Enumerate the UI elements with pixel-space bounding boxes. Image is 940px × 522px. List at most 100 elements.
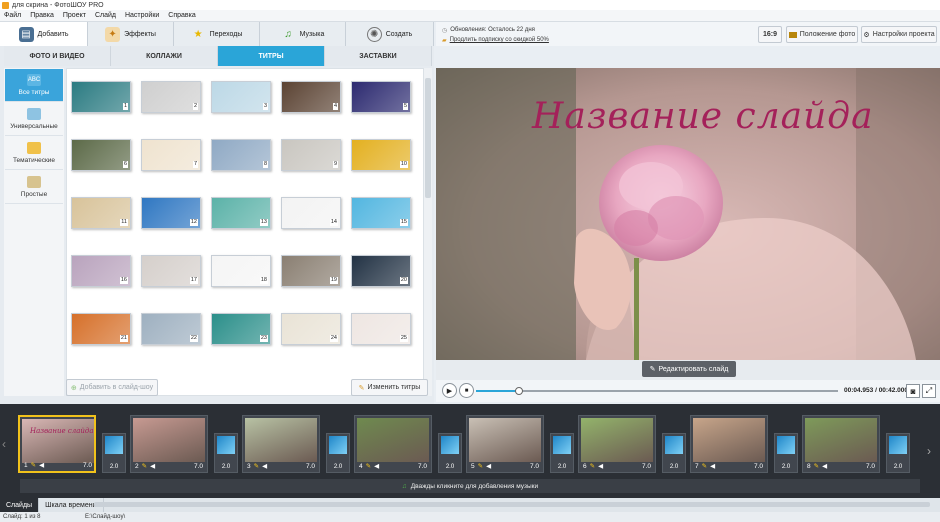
- category-all-titles[interactable]: ABC Все титры: [5, 69, 63, 102]
- template-scrollbar[interactable]: [424, 68, 432, 396]
- title-template-thumb[interactable]: 7: [141, 139, 201, 171]
- title-template-thumb[interactable]: 12: [141, 197, 201, 229]
- title-template-thumb[interactable]: 1: [71, 81, 131, 113]
- transition-card[interactable]: 2.0: [438, 433, 462, 473]
- sound-icon[interactable]: ◀: [598, 462, 603, 470]
- category-universal[interactable]: Универсальные: [5, 103, 63, 136]
- transition-card[interactable]: 2.0: [550, 433, 574, 473]
- snapshot-button[interactable]: ◙: [906, 384, 920, 398]
- stop-button[interactable]: ■: [459, 383, 474, 398]
- sound-icon[interactable]: ◀: [822, 462, 827, 470]
- tab-add[interactable]: ▤ Добавить: [0, 22, 88, 46]
- music-track[interactable]: ♫ Дважды кликните для добавления музыки: [20, 479, 920, 493]
- title-template-thumb[interactable]: 5: [351, 81, 411, 113]
- title-template-thumb[interactable]: 23: [211, 313, 271, 345]
- menu-slide[interactable]: Слайд: [95, 12, 116, 19]
- slide-card[interactable]: 4 ✎ ◀ 7.0: [354, 415, 432, 473]
- edit-slide-icon[interactable]: ✎: [366, 462, 371, 470]
- title-template-thumb[interactable]: 3: [211, 81, 271, 113]
- title-template-thumb[interactable]: 21: [71, 313, 131, 345]
- menu-edit[interactable]: Правка: [30, 12, 54, 19]
- title-template-thumb[interactable]: 22: [141, 313, 201, 345]
- tab-music[interactable]: ♫ Музыка: [260, 22, 346, 46]
- title-template-thumb[interactable]: 13: [211, 197, 271, 229]
- edit-slide-icon[interactable]: ✎: [478, 462, 483, 470]
- scroll-left-icon[interactable]: ‹: [2, 412, 14, 476]
- transition-card[interactable]: 2.0: [102, 433, 126, 473]
- menu-settings[interactable]: Настройки: [125, 12, 159, 19]
- seek-track[interactable]: [476, 387, 838, 395]
- slide-card[interactable]: Название слайда 1 ✎ ◀ 7.0: [18, 415, 96, 473]
- slide-duration: 7.0: [865, 462, 875, 470]
- slide-title-text[interactable]: Название слайда: [532, 96, 874, 137]
- title-template-thumb[interactable]: 11: [71, 197, 131, 229]
- tab-create[interactable]: ✺ Создать: [346, 22, 434, 46]
- title-template-thumb[interactable]: 19: [281, 255, 341, 287]
- slide-preview[interactable]: Название слайда: [436, 68, 940, 360]
- add-to-slideshow-button[interactable]: ⊕ Добавить в слайд-шоу: [66, 379, 158, 396]
- edit-slide-icon[interactable]: ✎: [31, 461, 36, 469]
- tab-effects[interactable]: ✦ Эффекты: [88, 22, 174, 46]
- edit-slide-icon[interactable]: ✎: [590, 462, 595, 470]
- menu-file[interactable]: Файл: [4, 12, 21, 19]
- project-settings-button[interactable]: ⚙ Настройки проекта: [861, 26, 937, 43]
- subtab-collages[interactable]: КОЛЛАЖИ: [111, 46, 218, 66]
- title-template-thumb[interactable]: 8: [211, 139, 271, 171]
- title-template-thumb[interactable]: 14: [281, 197, 341, 229]
- fullscreen-button[interactable]: ⤢: [922, 384, 936, 398]
- edit-slide-icon[interactable]: ✎: [814, 462, 819, 470]
- category-simple[interactable]: Простые: [5, 171, 63, 204]
- play-button[interactable]: ▶: [442, 383, 457, 398]
- slide-card[interactable]: 2 ✎ ◀ 7.0: [130, 415, 208, 473]
- tab-transitions[interactable]: ★ Переходы: [174, 22, 260, 46]
- player-bar: ▶ ■ 00:04.953 / 00:42.000 ◙ ⤢: [436, 380, 940, 402]
- title-template-thumb[interactable]: 9: [281, 139, 341, 171]
- transition-card[interactable]: 2.0: [214, 433, 238, 473]
- title-template-thumb[interactable]: 20: [351, 255, 411, 287]
- transition-card[interactable]: 2.0: [774, 433, 798, 473]
- photo-position-button[interactable]: Положение фото: [786, 26, 858, 43]
- change-titles-button[interactable]: ✎ Изменить титры: [351, 379, 428, 396]
- title-template-thumb[interactable]: 4: [281, 81, 341, 113]
- title-template-thumb[interactable]: 6: [71, 139, 131, 171]
- menu-help[interactable]: Справка: [168, 12, 195, 19]
- transition-card[interactable]: 2.0: [886, 433, 910, 473]
- slide-card[interactable]: 6 ✎ ◀ 7.0: [578, 415, 656, 473]
- transition-card[interactable]: 2.0: [326, 433, 350, 473]
- edit-slide-button[interactable]: ✎ Редактировать слайд: [642, 361, 736, 377]
- subtab-titles[interactable]: ТИТРЫ: [218, 46, 325, 66]
- scrollbar-thumb[interactable]: [425, 78, 431, 198]
- title-template-thumb[interactable]: 2: [141, 81, 201, 113]
- slide-card[interactable]: 8 ✎ ◀ 7.0: [802, 415, 880, 473]
- edit-slide-icon[interactable]: ✎: [142, 462, 147, 470]
- horizontal-scrollbar[interactable]: [94, 502, 930, 507]
- subtab-photo-video[interactable]: ФОТО И ВИДЕО: [4, 46, 111, 66]
- menu-project[interactable]: Проект: [63, 12, 86, 19]
- title-template-thumb[interactable]: 16: [71, 255, 131, 287]
- title-template-thumb[interactable]: 15: [351, 197, 411, 229]
- category-thematic[interactable]: Тематические: [5, 137, 63, 170]
- slide-card[interactable]: 5 ✎ ◀ 7.0: [466, 415, 544, 473]
- tab-slides[interactable]: Слайды: [0, 498, 40, 512]
- slide-card[interactable]: 3 ✎ ◀ 7.0: [242, 415, 320, 473]
- subtab-intros[interactable]: ЗАСТАВКИ: [325, 46, 432, 66]
- aspect-ratio-button[interactable]: 16:9: [758, 26, 782, 43]
- seek-handle[interactable]: [514, 387, 523, 395]
- title-template-thumb[interactable]: 17: [141, 255, 201, 287]
- subscription-link[interactable]: ▰ Продлить подписку со скидкой 50%: [442, 35, 549, 45]
- sound-icon[interactable]: ◀: [150, 462, 155, 470]
- transition-card[interactable]: 2.0: [662, 433, 686, 473]
- scroll-right-icon[interactable]: ›: [927, 444, 939, 458]
- sound-icon[interactable]: ◀: [39, 461, 44, 469]
- sound-icon[interactable]: ◀: [710, 462, 715, 470]
- edit-slide-icon[interactable]: ✎: [254, 462, 259, 470]
- title-template-thumb[interactable]: 10: [351, 139, 411, 171]
- sound-icon[interactable]: ◀: [486, 462, 491, 470]
- edit-slide-icon[interactable]: ✎: [702, 462, 707, 470]
- sound-icon[interactable]: ◀: [262, 462, 267, 470]
- title-template-thumb[interactable]: 18: [211, 255, 271, 287]
- title-template-thumb[interactable]: 24: [281, 313, 341, 345]
- sound-icon[interactable]: ◀: [374, 462, 379, 470]
- slide-card[interactable]: 7 ✎ ◀ 7.0: [690, 415, 768, 473]
- title-template-thumb[interactable]: 25: [351, 313, 411, 345]
